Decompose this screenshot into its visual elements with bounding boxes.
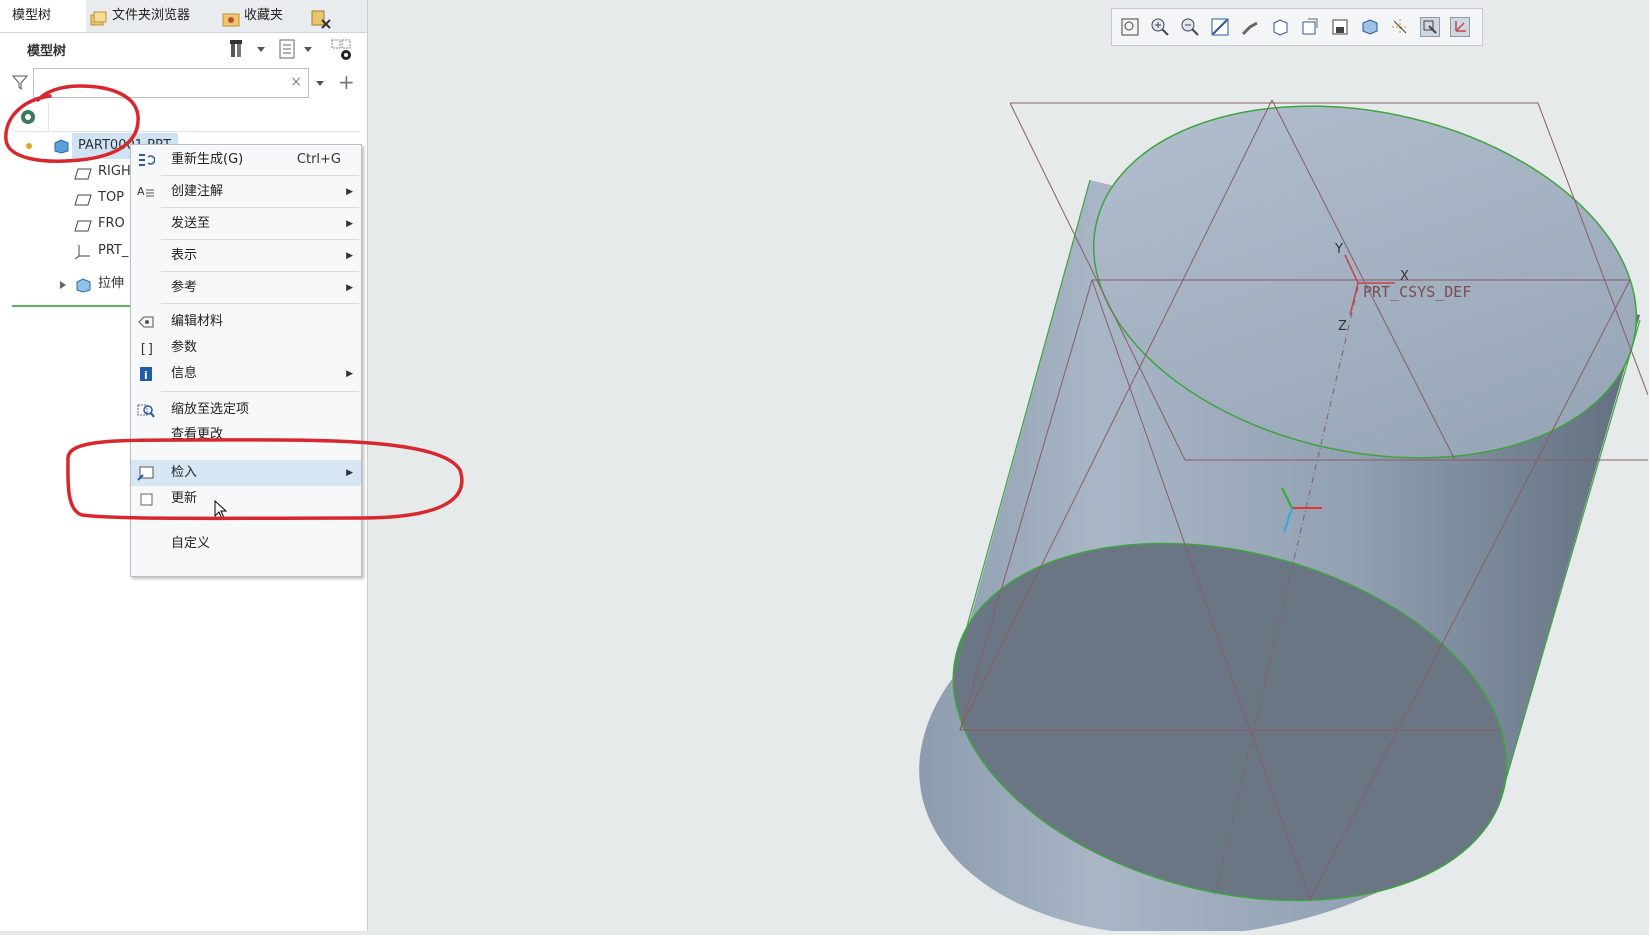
- menu-item-zoom-to-selected[interactable]: 缩放至选定项: [131, 397, 361, 423]
- context-menu: 重新生成(G) Ctrl+G A 创建注解 ▶ 发送至 ▶ 表示 ▶ 参考 ▶ …: [130, 144, 362, 577]
- tree-columns-icon[interactable]: [18, 107, 38, 131]
- tree-item-right[interactable]: RIGH: [74, 159, 131, 185]
- cylinder-solid[interactable]: [915, 59, 1649, 935]
- submenu-arrow-icon: ▶: [346, 468, 353, 478]
- tab-label: 文件夹浏览器: [112, 8, 191, 23]
- layers-icon: [310, 8, 331, 29]
- parameters-icon: []: [137, 340, 155, 357]
- insert-here-marker: [12, 305, 132, 307]
- menu-item-view-changes[interactable]: 查看更改: [131, 422, 361, 448]
- search-field[interactable]: ×: [33, 68, 309, 98]
- menu-item-check-in[interactable]: 检入 ▶: [131, 460, 361, 486]
- check-in-icon: [137, 465, 155, 481]
- tree-item-extrude[interactable]: 拉伸: [74, 271, 124, 297]
- tab-folder-browser[interactable]: 文件夹浏览器: [90, 0, 190, 32]
- expand-arrow-icon[interactable]: [58, 279, 68, 294]
- zoom-selected-icon: [137, 402, 155, 418]
- svg-text:A: A: [137, 185, 145, 198]
- model-tree-title: 模型树: [27, 44, 67, 59]
- saved-orientations-icon[interactable]: [1300, 17, 1320, 37]
- tree-item-csys[interactable]: PRT_: [74, 238, 128, 264]
- tree-header: [14, 103, 360, 132]
- search-input[interactable]: [38, 69, 282, 97]
- datum-display-icon[interactable]: [1390, 17, 1410, 37]
- csys-label: PRT_CSYS_DEF: [1363, 283, 1471, 301]
- menu-item-regenerate[interactable]: 重新生成(G) Ctrl+G: [131, 147, 361, 173]
- submenu-arrow-icon: ▶: [346, 369, 353, 379]
- datum-plane-icon: [74, 191, 92, 205]
- annotation-icon: A: [137, 184, 155, 200]
- mouse-cursor-icon: [214, 499, 228, 524]
- svg-text:i: i: [144, 369, 148, 382]
- csys-icon: [74, 244, 92, 259]
- tree-filter-display-icon[interactable]: [330, 38, 352, 60]
- axis-y-label: Y: [1334, 242, 1343, 257]
- tab-label: 模型树: [12, 8, 52, 23]
- submenu-arrow-icon: ▶: [346, 283, 353, 293]
- graphics-toolbar: [1111, 8, 1483, 46]
- folder-browser-icon: [90, 8, 108, 25]
- chevron-down-icon[interactable]: [315, 76, 325, 94]
- regenerate-icon: [137, 152, 156, 168]
- submenu-arrow-icon: ▶: [346, 251, 353, 261]
- spin-center-toggle-icon[interactable]: [1240, 17, 1260, 37]
- datum-plane-icon: [74, 165, 92, 179]
- menu-item-create-annotation[interactable]: A 创建注解 ▶: [131, 179, 361, 205]
- chevron-down-icon[interactable]: [302, 38, 314, 60]
- navigator-tabbar: 模型树 文件夹浏览器 收藏夹: [0, 0, 367, 33]
- favorites-folder-icon: [222, 8, 240, 26]
- tree-item-front[interactable]: FRO: [74, 211, 125, 237]
- info-icon: i: [137, 366, 155, 382]
- tab-model-tree[interactable]: 模型树: [0, 0, 86, 32]
- zoom-in-icon[interactable]: [1150, 17, 1170, 37]
- update-icon: [137, 491, 155, 507]
- svg-text:[]: []: [139, 342, 155, 356]
- material-icon: [137, 314, 155, 330]
- menu-item-references[interactable]: 参考 ▶: [131, 275, 361, 301]
- add-filter-button[interactable]: +: [338, 70, 355, 94]
- menu-item-customize[interactable]: 自定义: [131, 531, 361, 557]
- tab-layers[interactable]: [310, 0, 334, 32]
- regen-status-icon: [24, 140, 34, 155]
- menu-item-update[interactable]: 更新: [131, 486, 361, 512]
- tree-item-top[interactable]: TOP: [74, 185, 124, 211]
- csys-display-icon[interactable]: [1450, 17, 1470, 37]
- tree-settings-icon[interactable]: [228, 38, 250, 60]
- perspective-icon[interactable]: [1360, 17, 1380, 37]
- menu-item-send-to[interactable]: 发送至 ▶: [131, 211, 361, 237]
- model-3d-view: Y X Z PRT_CSYS_DEF: [915, 59, 1649, 935]
- axis-x-label: X: [1400, 269, 1409, 284]
- graphics-viewport[interactable]: Y X Z PRT_CSYS_DEF: [368, 0, 1649, 935]
- submenu-arrow-icon: ▶: [346, 187, 353, 197]
- filter-icon[interactable]: [11, 74, 29, 91]
- show-tree-icon[interactable]: [277, 38, 299, 60]
- repaint-icon[interactable]: [1210, 17, 1230, 37]
- chevron-down-icon[interactable]: [255, 38, 267, 60]
- tab-label: 收藏夹: [244, 8, 284, 23]
- submenu-arrow-icon: ▶: [346, 219, 353, 229]
- zoom-fit-icon[interactable]: [1120, 17, 1140, 37]
- annotation-display-icon[interactable]: [1420, 17, 1440, 37]
- extrude-icon: [74, 277, 92, 293]
- menu-item-parameters[interactable]: [] 参数: [131, 335, 361, 361]
- clear-icon[interactable]: ×: [290, 74, 302, 90]
- menu-item-info[interactable]: i 信息 ▶: [131, 361, 361, 387]
- display-style-icon[interactable]: [1270, 17, 1290, 37]
- menu-item-representation[interactable]: 表示 ▶: [131, 243, 361, 269]
- axis-z-label: Z: [1338, 319, 1347, 334]
- part-icon: [52, 138, 70, 158]
- zoom-out-icon[interactable]: [1180, 17, 1200, 37]
- tab-favorites[interactable]: 收藏夹: [222, 0, 283, 32]
- menu-item-edit-material[interactable]: 编辑材料: [131, 309, 361, 335]
- view-manager-icon[interactable]: [1330, 17, 1350, 37]
- datum-plane-icon: [74, 217, 92, 231]
